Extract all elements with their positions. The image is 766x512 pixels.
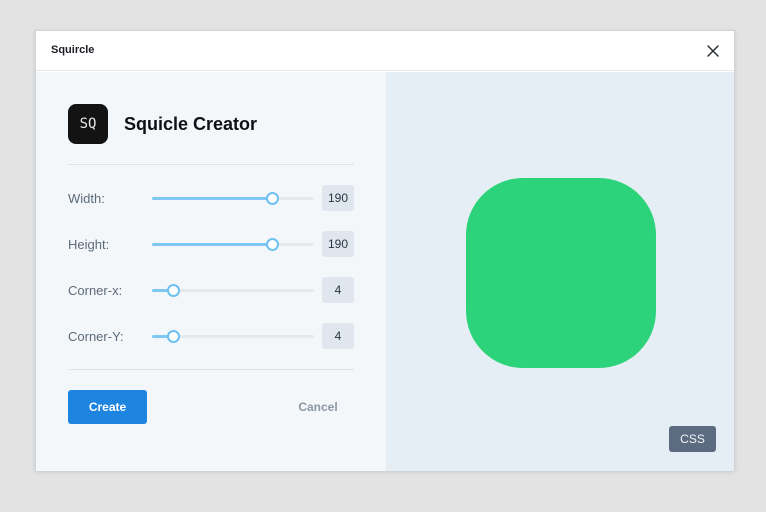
width-control: Width: 190 [68,185,354,211]
width-slider-handle[interactable] [265,192,279,205]
height-slider[interactable] [152,238,314,251]
corner-x-slider[interactable] [152,284,314,297]
height-slider-fill [152,243,272,246]
window-title: Squircle [51,44,95,56]
corner-y-slider[interactable] [152,330,314,343]
corner-x-control: Corner-x: 4 [68,277,354,303]
title-bar: Squircle [36,31,734,71]
squircle-preview [466,178,656,368]
app-title: Squicle Creator [124,114,258,134]
height-control: Height: 190 [68,231,354,257]
create-button[interactable]: Create [68,390,147,424]
width-slider-fill [152,197,272,200]
width-slider[interactable] [152,192,314,205]
corner-y-label: Corner-Y: [68,329,124,344]
height-slider-handle[interactable] [265,238,279,251]
width-value[interactable]: 190 [322,185,354,211]
corner-x-slider-handle[interactable] [167,284,181,297]
squircle-window: Squircle SQ Squicle Creator Width: 190 H… [35,30,735,471]
corner-x-value[interactable]: 4 [322,277,354,303]
height-value[interactable]: 190 [322,231,354,257]
css-button[interactable]: CSS [669,426,716,452]
settings-panel: SQ Squicle Creator Width: 190 Height: 19… [36,72,386,471]
height-label: Height: [68,237,110,252]
corner-y-value[interactable]: 4 [322,323,354,349]
app-logo: SQ [68,104,108,144]
actions-divider [68,369,354,370]
header-divider [68,164,354,165]
corner-y-slider-handle[interactable] [167,330,181,343]
close-button[interactable] [704,42,722,60]
close-icon [707,45,719,57]
corner-x-label: Corner-x: [68,283,123,298]
cancel-button[interactable]: Cancel [282,390,354,424]
width-label: Width: [68,191,105,206]
corner-y-control: Corner-Y: 4 [68,323,354,349]
preview-panel: CSS [386,72,734,471]
